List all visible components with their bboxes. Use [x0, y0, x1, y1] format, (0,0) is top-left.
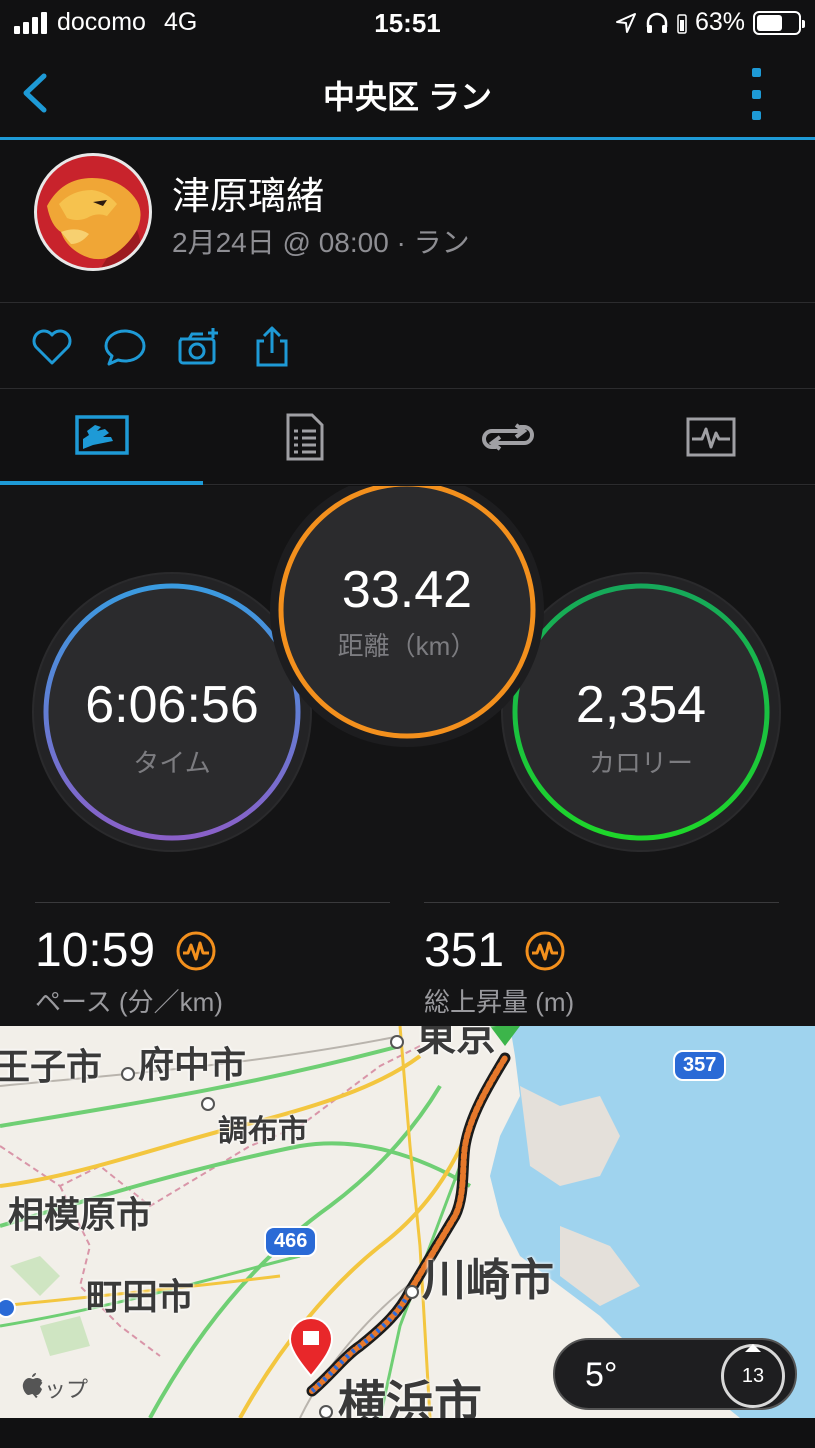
charts-icon — [686, 417, 735, 457]
laps-icon — [481, 423, 534, 451]
overview-icon — [74, 415, 129, 455]
map-label-tokyo: 東京 — [416, 1026, 496, 1059]
elevation-label: 総上昇量 (m) — [424, 987, 575, 1017]
activity-tabs — [0, 389, 815, 485]
more-vertical-icon[interactable] — [749, 68, 763, 120]
map-label-kawasaki: 川崎市 — [422, 1256, 554, 1305]
pace-label: ペース (分／km) — [35, 987, 223, 1017]
avatar[interactable] — [34, 153, 152, 271]
time-label: タイム — [133, 747, 211, 778]
route-end-marker — [288, 1317, 334, 1378]
route-badge-357: 357 — [673, 1050, 727, 1081]
user-name[interactable]: 津原璃緒 — [172, 165, 324, 220]
wind-direction-icon — [745, 1344, 761, 1352]
bottom-bar — [0, 1418, 815, 1448]
pace-metric: 10:59 ペース (分／km) — [35, 902, 390, 1019]
battery-icon — [753, 10, 805, 35]
map-label-yokohama: 横浜市 — [338, 1378, 483, 1418]
comment-icon[interactable] — [103, 325, 147, 369]
nav-header: 中央区 ラン — [0, 50, 815, 140]
calories-value: 2,354 — [575, 675, 707, 734]
add-photo-icon[interactable] — [177, 325, 221, 369]
details-list-icon — [286, 413, 323, 461]
elevation-value: 351 — [424, 924, 505, 977]
location-icon — [615, 12, 636, 33]
tab-details[interactable] — [203, 389, 406, 485]
map-label-sagamihara: 相模原市 — [8, 1194, 153, 1235]
tab-charts[interactable] — [609, 389, 812, 485]
apple-logo-icon — [22, 1373, 42, 1395]
page-title: 中央区 ラン — [323, 79, 492, 115]
battery-percent: 63% — [694, 8, 745, 36]
activity-owner: 津原璃緒 2月24日 @ 08:00 · ラン — [0, 143, 815, 303]
time-value: 6:06:56 — [85, 675, 259, 734]
distance-value: 33.42 — [341, 560, 473, 619]
pace-value: 10:59 — [35, 924, 156, 977]
status-right: 63% — [615, 8, 805, 37]
temperature: 5° — [585, 1356, 618, 1394]
route-map[interactable]: 王子市 府中市 調布市 相模原市 町田市 川崎市 横浜市 東京 466 357 … — [0, 1026, 815, 1418]
tab-overview[interactable] — [0, 389, 203, 485]
map-label-hachioji: 王子市 — [0, 1046, 103, 1087]
status-bar: docomo 4G 15:51 63% — [0, 0, 815, 50]
map-label-fuchu: 府中市 — [138, 1044, 247, 1085]
activity-meta: 2月24日 @ 08:00 · ラン — [172, 227, 470, 258]
distance-ring: 33.42 距離（km） — [269, 486, 545, 748]
calories-label: カロリー — [588, 747, 693, 778]
map-label-machida: 町田市 — [86, 1276, 195, 1317]
maps-attribution: マップ — [22, 1372, 88, 1404]
pace-chart-icon[interactable] — [175, 930, 217, 972]
wind-gauge: 13 — [721, 1344, 785, 1408]
distance-label: 距離（km） — [337, 630, 477, 661]
lioness-avatar-icon — [47, 178, 142, 268]
social-actions — [0, 303, 815, 389]
share-icon[interactable] — [250, 325, 294, 369]
map-label-chofu: 調布市 — [218, 1115, 308, 1148]
battery-small-icon — [677, 13, 687, 34]
heart-icon[interactable] — [30, 325, 74, 369]
route-badge-466: 466 — [264, 1226, 318, 1257]
tab-laps[interactable] — [406, 389, 609, 485]
elevation-chart-icon[interactable] — [524, 930, 566, 972]
elevation-metric: 351 総上昇量 (m) — [424, 902, 779, 1019]
weather-widget[interactable]: 5° 13 — [553, 1338, 797, 1410]
headphones-icon — [646, 12, 668, 33]
stats-panel: 6:06:56 タイム 2,354 カロリー 33.42 距離（km） 10:5… — [0, 486, 815, 1026]
